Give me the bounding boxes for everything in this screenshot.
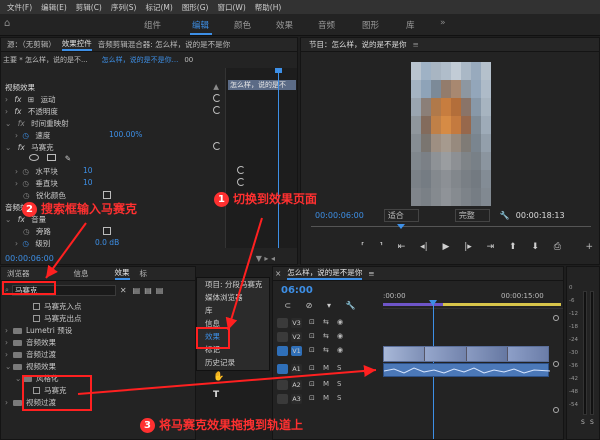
callout-2: 2 搜索框输入马赛克 [22,200,137,217]
callout-2-number: 2 [22,202,37,217]
callout-3-number: 3 [140,418,155,433]
callout-3-text: 将马赛克效果拖拽到轨道上 [159,418,304,432]
callout-1-text: 切换到效果页面 [233,192,318,206]
arrow-3 [77,364,377,395]
arrow-1 [225,217,263,331]
callout-1: 1 切换到效果页面 [214,190,317,207]
callout-2-text: 搜索框输入马赛克 [41,202,138,216]
callout-1-number: 1 [214,192,229,207]
callout-3: 3 将马赛克效果拖拽到轨道上 [140,416,303,433]
arrow-2 [45,222,87,279]
annotation-arrows [45,217,377,395]
